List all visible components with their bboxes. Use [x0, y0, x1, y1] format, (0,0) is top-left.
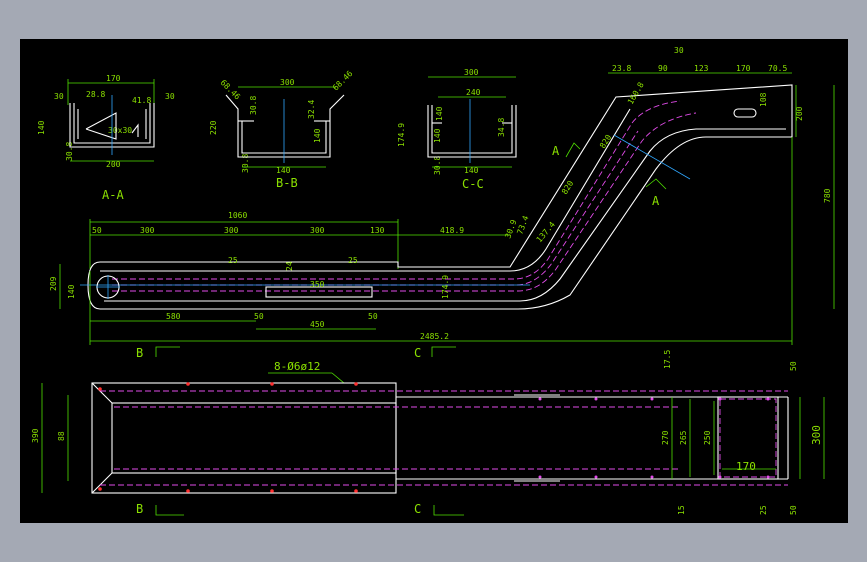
aa-dim-mid: 28.8: [86, 90, 105, 99]
side-dim-tr-4: 170: [736, 64, 751, 73]
cc-dim-bot: 140: [464, 166, 479, 175]
side-dim-50b: 50: [368, 312, 378, 321]
cc-dim-h3: 140: [433, 128, 442, 143]
plan-dim-390: 390: [31, 428, 40, 443]
bb-dim-top: 300: [280, 78, 295, 87]
section-aa: 170 30 28.8 30 41.8 140 30x30 30.8 200 A…: [37, 74, 175, 202]
aa-dim-right: 30: [165, 92, 175, 101]
side-dim-209: 209: [49, 276, 58, 291]
section-aa-label: A-A: [102, 188, 124, 202]
bb-dim-a: 30.8: [249, 96, 258, 115]
bb-dim-c: 140: [313, 128, 322, 143]
plan-dim-50b: 50: [789, 505, 798, 515]
plan-dim-17: 17.5: [663, 350, 672, 369]
section-bb: 300 68.46 68.46 220 30.8 32.4 140 30.8 1…: [209, 69, 355, 190]
side-dim-25b: 25: [348, 256, 358, 265]
side-dim-seg-0: 50: [92, 226, 102, 235]
side-label-a2: A: [652, 194, 660, 208]
side-label-c: C: [414, 346, 421, 360]
side-dim-angle-1: 73.4: [515, 214, 530, 235]
plan-label-c: C: [414, 502, 421, 516]
cc-dim-top: 300: [464, 68, 479, 77]
plan-dim-50a: 50: [789, 361, 798, 371]
side-label-b: B: [136, 346, 143, 360]
plan-dim-inner: 88: [57, 431, 66, 441]
plan-dim-250: 250: [703, 430, 712, 445]
plan-holes-note: 8-Ø6ø12: [274, 360, 320, 373]
bb-dim-tr: 68.46: [331, 69, 355, 93]
side-dim-tr-5: 70.5: [768, 64, 787, 73]
cc-dim-h1: 140: [435, 106, 444, 121]
side-dim-160: 160.8: [626, 80, 646, 106]
side-dim-418: 418.9: [440, 226, 464, 235]
side-dim-25a: 25: [228, 256, 238, 265]
side-dim-tr-1: 90: [658, 64, 668, 73]
side-dim-350: 350: [310, 280, 325, 289]
aa-dim-left1: 30: [54, 92, 64, 101]
side-dim-seg-4: 130: [370, 226, 385, 235]
side-dim-24: 24: [285, 261, 294, 271]
side-dim-tr-3: 123: [694, 64, 709, 73]
plan-dim-270: 270: [661, 430, 670, 445]
side-dim-780: 780: [823, 188, 832, 203]
side-dim-580: 580: [166, 312, 181, 321]
plan-dim-265: 265: [679, 430, 688, 445]
side-dim-174: 174.9: [441, 275, 450, 299]
side-dim-50a: 50: [254, 312, 264, 321]
side-dim-slope2: 820: [560, 179, 575, 196]
plan-dim-300: 300: [810, 425, 823, 445]
side-dim-tr-2: 30: [674, 46, 684, 55]
section-cc: 300 240 140 174.9 140 34.8 30.8 140 C-C: [397, 68, 517, 191]
aa-dim-bot: 200: [106, 160, 121, 169]
cc-dim-top2: 240: [466, 88, 481, 97]
side-dim-tr-0: 23.8: [612, 64, 631, 73]
side-dim-140: 140: [67, 284, 76, 299]
plan-label-b: B: [136, 502, 143, 516]
bb-dim-h: 220: [209, 120, 218, 135]
cad-drawing-canvas[interactable]: 170 30 28.8 30 41.8 140 30x30 30.8 200 A…: [20, 39, 848, 523]
plan-dim-170: 170: [736, 460, 756, 473]
side-dim-total: 2485.2: [420, 332, 449, 341]
side-dim-seg-1: 300: [140, 226, 155, 235]
side-dim-total-top: 1060: [228, 211, 247, 220]
side-dim-108: 108: [759, 92, 768, 107]
plan-dim-15: 15: [677, 505, 686, 515]
bb-dim-b: 32.4: [307, 100, 316, 119]
side-dim-angle-2: 137.4: [535, 220, 557, 244]
cc-dim-b1: 30.8: [433, 156, 442, 175]
section-cc-label: C-C: [462, 177, 484, 191]
side-dim-seg-3: 300: [310, 226, 325, 235]
section-bb-label: B-B: [276, 176, 298, 190]
cc-dim-h4: 34.8: [497, 118, 506, 137]
aa-dim-r1: 41.8: [132, 96, 151, 105]
bb-dim-tl: 68.46: [219, 78, 243, 102]
bb-dim-bot: 140: [276, 166, 291, 175]
side-dim-450: 450: [310, 320, 325, 329]
aa-dim-h: 140: [37, 120, 46, 135]
plan-view: 8-Ø6ø12 390 88 17.5 270 265 250 170 15 5…: [31, 350, 825, 516]
side-dim-seg-2: 300: [224, 226, 239, 235]
side-label-a1: A: [552, 144, 560, 158]
cc-dim-h2: 174.9: [397, 123, 406, 147]
cad-drawing: 170 30 28.8 30 41.8 140 30x30 30.8 200 A…: [31, 46, 835, 516]
aa-dim-top: 170: [106, 74, 121, 83]
plan-dim-25: 25: [759, 505, 768, 515]
